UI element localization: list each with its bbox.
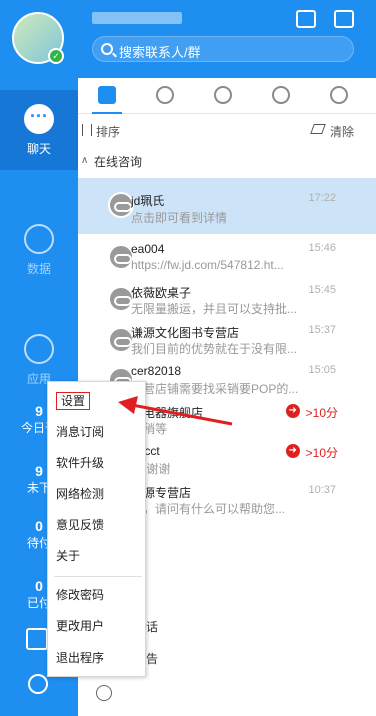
clock-icon (156, 86, 174, 104)
last-message: 的，请问有什么可以帮助您... (131, 502, 286, 516)
menu-divider (54, 576, 142, 577)
team-icon (272, 86, 290, 104)
menu-item-label: 消息订阅 (56, 425, 105, 439)
username-redacted (92, 12, 182, 24)
contact-name: ea004 (131, 242, 165, 256)
sidebar-item-chat[interactable]: ··· 聊天 (0, 90, 78, 170)
last-message: 无限量搬运，并且可以支持批... (131, 302, 298, 316)
overdue-badge: ➜ >10分 (285, 444, 338, 461)
last-message: 宁营店铺需要找采销要POP的... (131, 382, 299, 396)
sort-button[interactable]: 排序 (82, 123, 121, 140)
sort-icon (82, 124, 92, 136)
menu-item-label: 修改密码 (56, 588, 105, 602)
contact-name: cer82018 (131, 364, 182, 378)
search-input[interactable]: 搜索联系人/群 (92, 36, 354, 62)
message-time: 15:37 (308, 324, 336, 336)
magic-wand-icon (24, 334, 54, 364)
chat-icon: ··· (24, 104, 54, 134)
bottom-item-text[interactable]: 告 (146, 650, 158, 667)
online-status-icon: ✓ (48, 48, 64, 64)
tab-contacts[interactable] (194, 78, 252, 114)
last-message: 点击即可看到详情 (131, 211, 228, 225)
search-placeholder: 搜索联系人/群 (119, 45, 201, 60)
settings-menu: 设置 消息订阅 软件升级 网络检测 意见反馈 关于 修改密码 更改用户 退出程序 (47, 381, 146, 677)
sidebar-item-label: 聊天 (26, 142, 51, 156)
menu-item-upgrade[interactable]: 软件升级 (48, 448, 147, 479)
menu-item-exit[interactable]: 退出程序 (48, 643, 147, 674)
robot-icon[interactable] (296, 10, 316, 28)
contact-name: jd珮氏 (131, 194, 165, 208)
message-time: 15:46 (308, 242, 336, 254)
pie-chart-icon (24, 224, 54, 254)
tab-team[interactable] (252, 78, 310, 114)
person-icon (214, 86, 232, 104)
last-message: 的稍等 (131, 422, 168, 436)
last-message: https://fw.jd.com/547812.ht... (131, 258, 284, 272)
menu-item-label: 关于 (56, 549, 81, 563)
menu-item-label: 软件升级 (56, 456, 105, 470)
search-icon (101, 43, 113, 55)
arrow-right-icon: ➜ (285, 444, 300, 458)
overdue-text: >10分 (305, 446, 338, 460)
chevron-up-icon: ∧ (81, 155, 89, 166)
user-settings-icon[interactable] (96, 685, 112, 701)
tab-groups[interactable] (310, 78, 368, 114)
sort-label: 排序 (96, 125, 121, 139)
list-toolbar: 排序 清除 (78, 114, 376, 146)
list-item[interactable]: jd珮氏 点击即可看到详情 17:22 (78, 178, 376, 234)
menu-item-feedback[interactable]: 意见反馈 (48, 510, 147, 541)
chat-bot-icon[interactable] (334, 10, 354, 28)
contact-name: 依薇欧桌子 (131, 286, 192, 300)
clear-label: 清除 (329, 125, 354, 139)
menu-item-about[interactable]: 关于 (48, 541, 147, 572)
tab-bar (78, 78, 376, 114)
menu-item-switch-user[interactable]: 更改用户 (48, 611, 147, 642)
arrow-right-icon: ➜ (285, 404, 300, 418)
overdue-text: >10分 (305, 406, 338, 420)
avatar[interactable]: ✓ (12, 12, 64, 64)
message-icon (98, 86, 116, 104)
tab-messages[interactable] (78, 78, 136, 114)
menu-item-network-check[interactable]: 网络检测 (48, 479, 147, 510)
overdue-badge: ➜ >10分 (285, 404, 338, 421)
last-message: 我们目前的优势就在于没有限... (131, 342, 298, 356)
message-time: 10:37 (308, 484, 336, 496)
menu-item-label: 设置 (56, 392, 91, 410)
menu-item-subscriptions[interactable]: 消息订阅 (48, 417, 147, 448)
menu-item-settings[interactable]: 设置 (48, 386, 147, 417)
message-time: 15:45 (308, 284, 336, 296)
customer-service-icon[interactable] (28, 674, 48, 694)
grid-menu-icon[interactable] (26, 628, 48, 650)
menu-item-label: 意见反馈 (56, 518, 105, 532)
header-bar: ✓ 搜索联系人/群 (0, 0, 376, 78)
tab-recent[interactable] (136, 78, 194, 114)
last-message: 的 谢谢 (131, 462, 171, 476)
contact-name: 谦源文化图书专营店 (131, 326, 240, 340)
sidebar-item-data[interactable]: 数据 (0, 210, 78, 290)
clear-button[interactable]: 清除 (310, 123, 354, 140)
message-time: 15:05 (308, 364, 336, 376)
menu-item-label: 退出程序 (56, 651, 105, 665)
bottom-item-text[interactable]: 话 (146, 618, 158, 635)
section-label: 在线咨询 (94, 155, 143, 169)
eraser-icon (310, 124, 326, 134)
sidebar-item-label: 数据 (26, 262, 51, 276)
group-icon (330, 86, 348, 104)
menu-item-label: 更改用户 (56, 619, 105, 633)
section-online-consult[interactable]: ∧ 在线咨询 (81, 153, 143, 170)
menu-item-label: 网络检测 (56, 487, 105, 501)
menu-item-change-password[interactable]: 修改密码 (48, 580, 147, 611)
message-time: 17:22 (308, 192, 336, 204)
